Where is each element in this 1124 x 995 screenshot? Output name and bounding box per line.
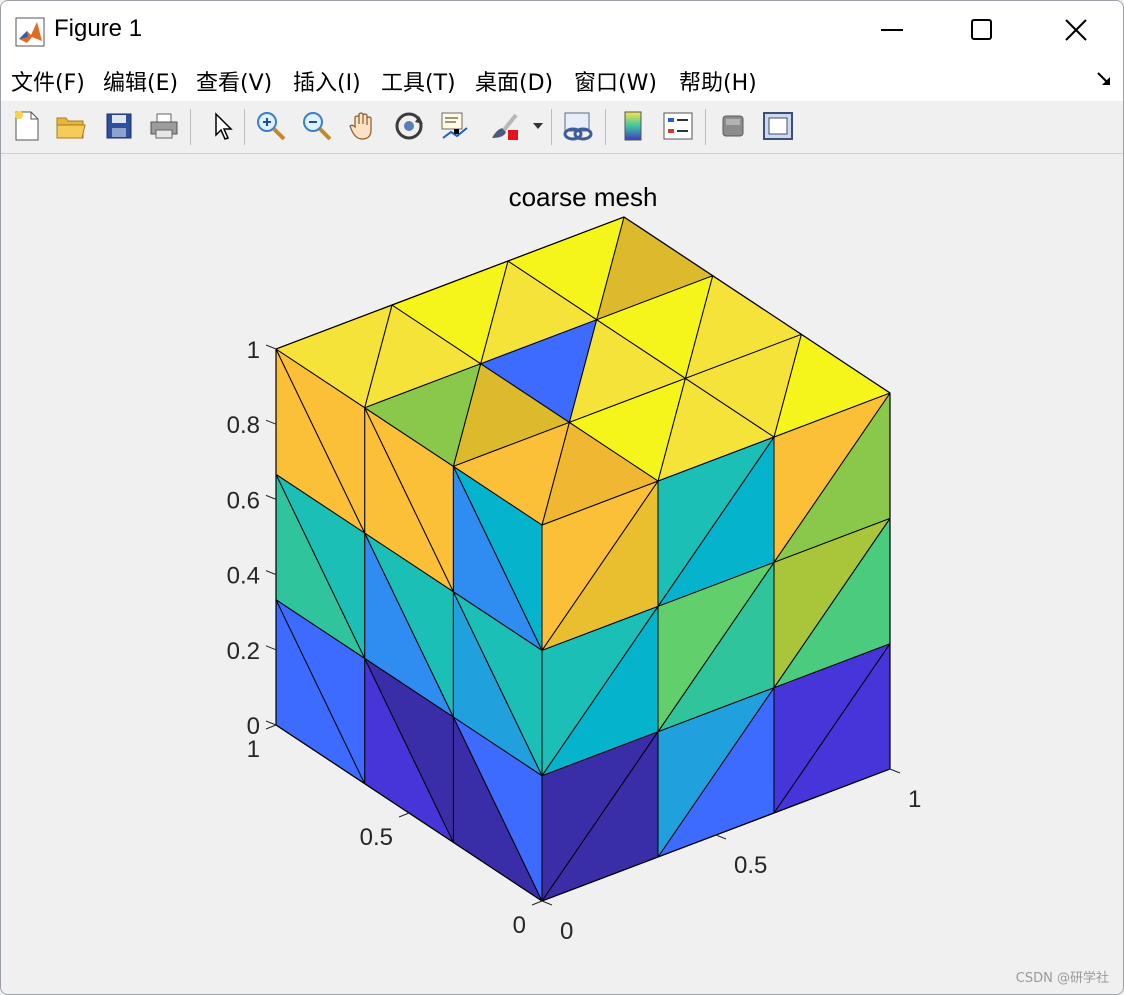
y-tick-mark bbox=[265, 724, 277, 730]
y-tick-mark bbox=[398, 812, 410, 818]
y-tick-mark bbox=[531, 900, 543, 906]
z-tick-mark bbox=[265, 570, 277, 576]
z-tick-mark bbox=[265, 494, 277, 500]
z-tick-mark bbox=[265, 720, 277, 726]
figure-window: Figure 1 文件(F) 编辑(E) 查看(V) 插入(I) 工具(T) 桌… bbox=[0, 0, 1124, 995]
x-tick-label: 0 bbox=[560, 918, 573, 945]
mesh-faces bbox=[275, 216, 891, 902]
z-tick-label: 0.8 bbox=[227, 412, 260, 439]
z-tick-label: 1 bbox=[247, 337, 260, 364]
x-tick-label: 1 bbox=[908, 786, 921, 813]
y-tick-label: 0.5 bbox=[360, 824, 393, 851]
mesh-plot[interactable]: 00.20.40.60.8100.5100.51 bbox=[1, 1, 1124, 995]
z-tick-label: 0.6 bbox=[227, 487, 260, 514]
z-tick-mark bbox=[265, 419, 277, 425]
x-tick-mark bbox=[541, 900, 553, 906]
x-tick-mark bbox=[889, 768, 901, 774]
x-tick-label: 0.5 bbox=[734, 852, 767, 879]
z-tick-mark bbox=[265, 645, 277, 651]
y-tick-label: 1 bbox=[247, 736, 260, 763]
z-tick-label: 0.4 bbox=[227, 563, 260, 590]
z-tick-label: 0.2 bbox=[227, 638, 260, 665]
y-tick-label: 0 bbox=[513, 912, 526, 939]
watermark-text: CSDN @研学社 bbox=[1015, 971, 1109, 986]
z-tick-mark bbox=[265, 344, 277, 350]
x-tick-mark bbox=[715, 834, 727, 840]
